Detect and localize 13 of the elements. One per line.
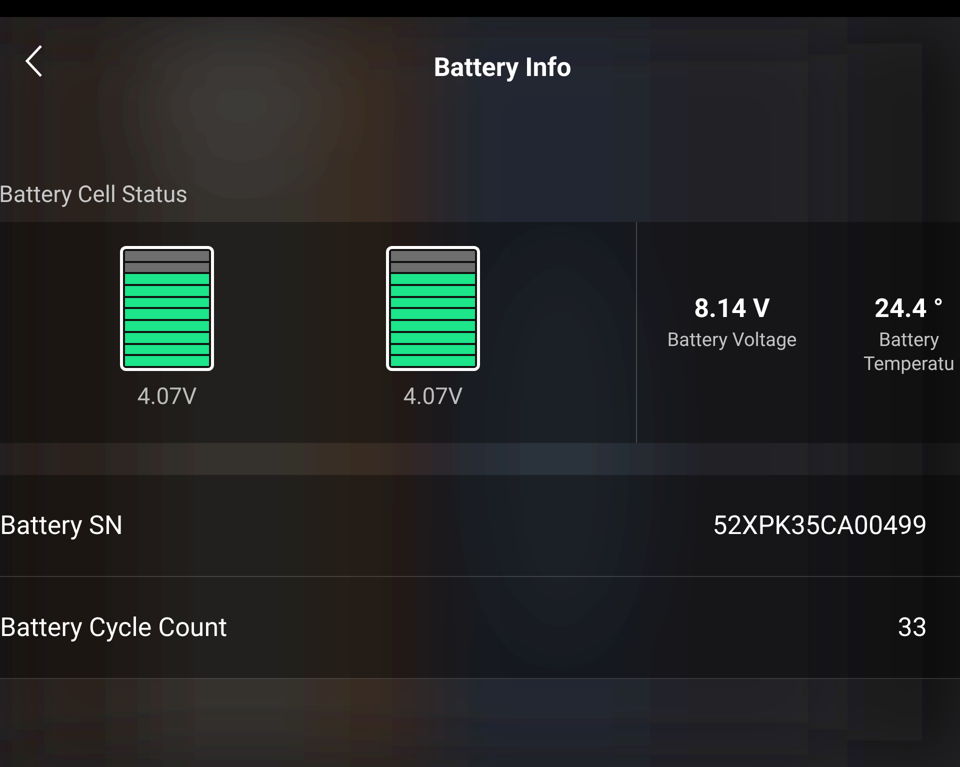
section-label: Battery Cell Status bbox=[0, 180, 188, 210]
cell-voltage: 4.07V bbox=[403, 383, 463, 411]
info-value: 33 bbox=[898, 612, 927, 642]
stat-value: 8.14 V bbox=[694, 294, 770, 324]
stat-label: Battery Temperatu bbox=[862, 328, 956, 376]
info-label: Battery SN bbox=[0, 510, 123, 540]
info-value: 52XPK35CA00499 bbox=[712, 510, 927, 540]
back-icon bbox=[25, 44, 43, 78]
cell-voltage: 4.07V bbox=[137, 383, 197, 411]
stat-label: Battery Voltage bbox=[667, 328, 797, 352]
info-label: Battery Cycle Count bbox=[0, 612, 228, 642]
stat-value: 24.4 ° bbox=[874, 294, 944, 324]
page-title: Battery Info bbox=[434, 53, 572, 83]
